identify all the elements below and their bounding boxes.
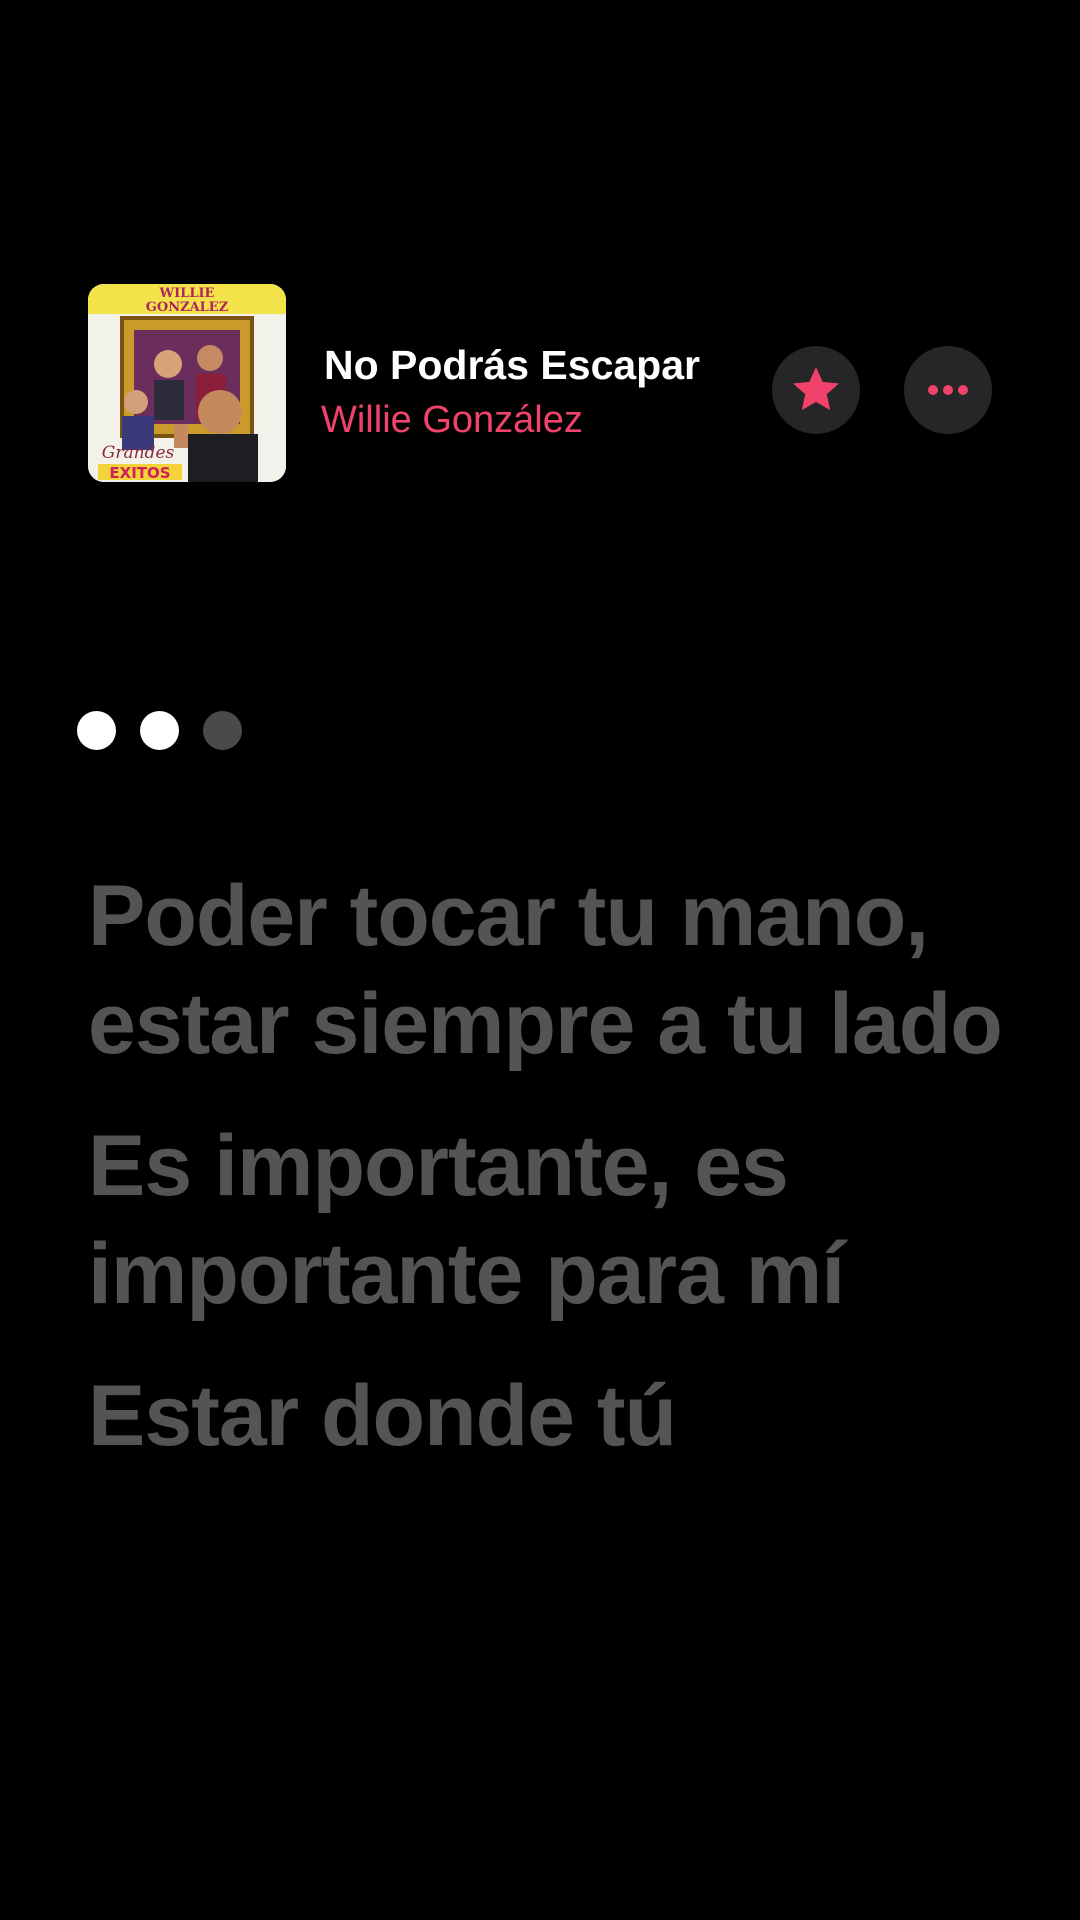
track-title[interactable]: No Podrás Escapar — [324, 340, 756, 390]
album-cover-image: WILLIE GONZALEZ Grandes EXITOS — [88, 284, 286, 482]
artist-name[interactable]: Willie González — [321, 396, 583, 444]
lyrics-panel: Poder tocar tu mano, estar siempre a tu … — [88, 862, 1008, 1504]
lyric-line[interactable]: Estar donde tú — [88, 1362, 1008, 1470]
instrumental-beat-indicator — [77, 710, 242, 750]
beat-dot — [140, 710, 179, 750]
more-options-button[interactable] — [904, 346, 992, 434]
album-title-lettering-2: EXITOS — [109, 464, 170, 482]
album-title-lettering: Grandes — [102, 443, 175, 463]
now-playing-header: WILLIE GONZALEZ Grandes EXITOS No Podrás… — [0, 0, 1080, 520]
star-icon — [793, 367, 839, 411]
beat-dot — [77, 710, 116, 750]
lyric-line[interactable]: Poder tocar tu mano, estar siempre a tu … — [88, 862, 1008, 1078]
album-artist-lettering: WILLIE — [159, 286, 215, 301]
favorite-button[interactable] — [772, 346, 860, 434]
lyric-line[interactable]: Es importante, es importante para mí — [88, 1112, 1008, 1328]
album-artwork[interactable]: WILLIE GONZALEZ Grandes EXITOS — [88, 284, 286, 482]
beat-dot — [203, 710, 242, 750]
ellipsis-icon — [928, 385, 968, 395]
album-artist-lettering-2: GONZALEZ — [146, 300, 229, 315]
